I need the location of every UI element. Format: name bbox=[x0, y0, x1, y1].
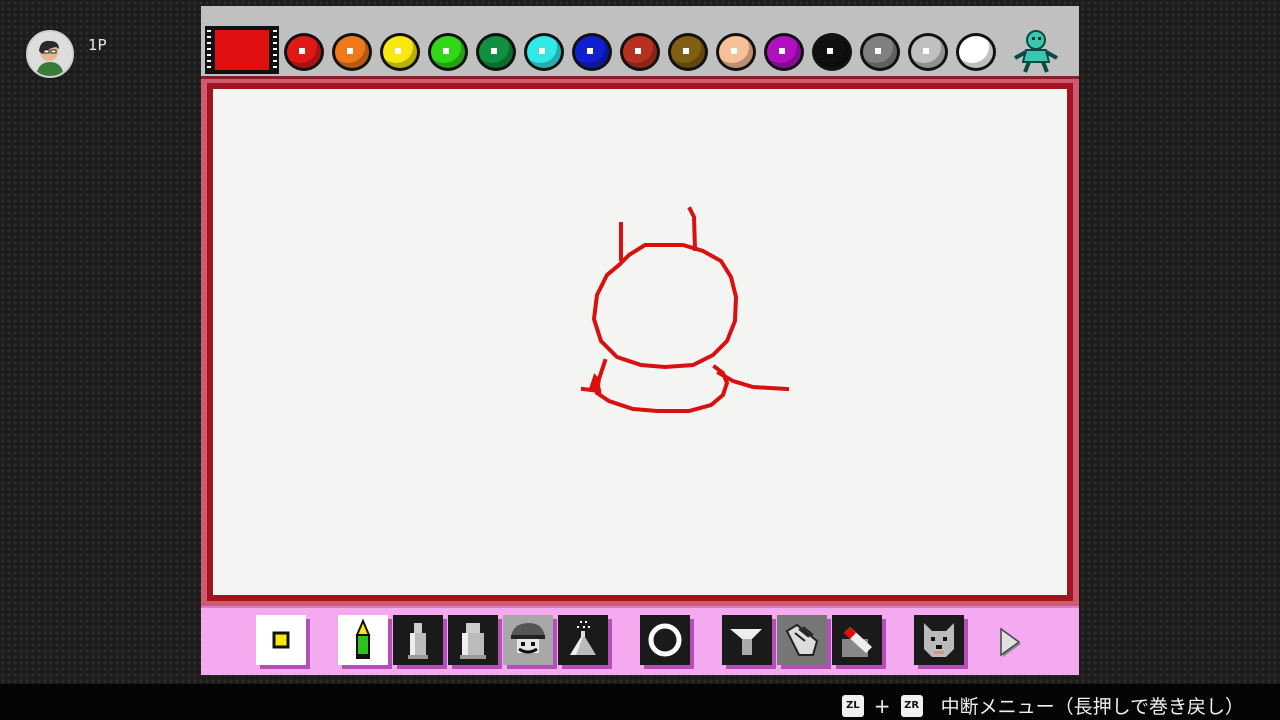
circle-shape-icon[interactable] bbox=[640, 615, 690, 665]
plus-sign: + bbox=[873, 693, 891, 718]
hint-bar: ZL + ZR 中断メニュー（長押しで巻き戻し） bbox=[0, 684, 1280, 720]
next-arrow-icon[interactable] bbox=[989, 615, 1039, 665]
color-palette bbox=[201, 6, 1079, 76]
hand-icon[interactable] bbox=[777, 615, 827, 665]
suspend-menu-hint: ZL + ZR 中断メニュー（長押しで巻き戻し） bbox=[841, 692, 1244, 719]
drawing-canvas[interactable] bbox=[207, 83, 1073, 601]
color-blue-button[interactable] bbox=[572, 33, 612, 71]
zr-button-icon: ZR bbox=[900, 694, 923, 717]
marker-icon[interactable] bbox=[393, 615, 443, 665]
color-orange-button[interactable] bbox=[332, 33, 372, 71]
canvas-frame bbox=[201, 76, 1079, 606]
color-yellow-button[interactable] bbox=[380, 33, 420, 71]
color-purple-button[interactable] bbox=[764, 33, 804, 71]
hint-text: 中断メニュー（長押しで巻き戻し） bbox=[940, 696, 1244, 718]
current-color-swatch bbox=[205, 26, 279, 74]
drawing-strokes bbox=[580, 206, 790, 413]
color-brown-red-button[interactable] bbox=[620, 33, 660, 71]
color-white-button[interactable] bbox=[956, 33, 996, 71]
stamp-icon[interactable] bbox=[503, 615, 553, 665]
mascot-icon[interactable] bbox=[1009, 28, 1063, 74]
color-gray-button[interactable] bbox=[860, 33, 900, 71]
color-black-button[interactable] bbox=[812, 33, 852, 71]
color-green-button[interactable] bbox=[428, 33, 468, 71]
color-olive-button[interactable] bbox=[668, 33, 708, 71]
marker-large-icon[interactable] bbox=[448, 615, 498, 665]
tool-bar bbox=[201, 606, 1079, 675]
color-red-button[interactable] bbox=[284, 33, 324, 71]
color-peach-button[interactable] bbox=[716, 33, 756, 71]
fill-bucket-icon[interactable] bbox=[722, 615, 772, 665]
color-cyan-button[interactable] bbox=[524, 33, 564, 71]
eraser-icon[interactable] bbox=[832, 615, 882, 665]
pencil-icon[interactable] bbox=[338, 615, 388, 665]
color-light-gray-button[interactable] bbox=[908, 33, 948, 71]
brush-size-icon[interactable] bbox=[256, 615, 306, 665]
zl-button-icon: ZL bbox=[841, 694, 864, 717]
spray-icon[interactable] bbox=[558, 615, 608, 665]
player-avatar-icon bbox=[26, 30, 74, 78]
paint-app bbox=[201, 6, 1079, 675]
player-indicator: 1P bbox=[26, 30, 107, 78]
player-label: 1P bbox=[88, 36, 107, 54]
color-dark-green-button[interactable] bbox=[476, 33, 516, 71]
dog-icon[interactable] bbox=[914, 615, 964, 665]
